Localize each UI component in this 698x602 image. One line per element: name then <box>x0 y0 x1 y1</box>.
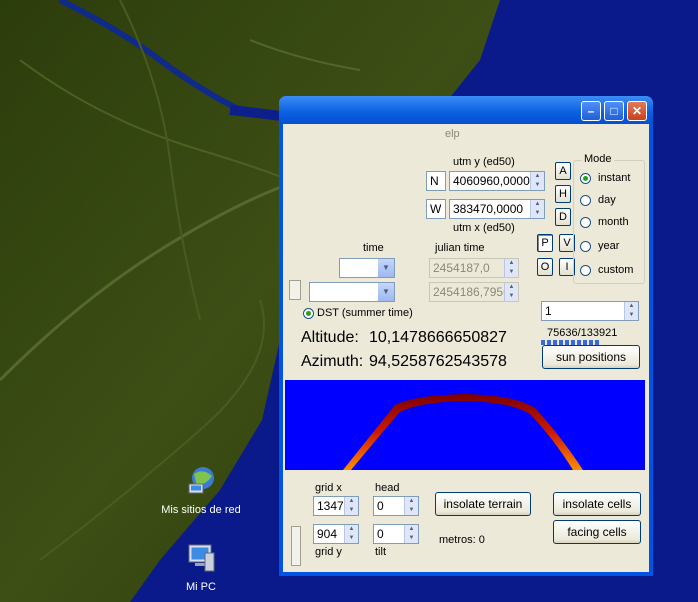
julian-time-field-2[interactable]: 2454186,7956 ▲ ▼ <box>429 282 519 302</box>
grid-x-label: grid x <box>315 482 342 494</box>
utm-x-spinner[interactable]: ▲ ▼ <box>530 200 544 218</box>
julian-1-spinner[interactable]: ▲ ▼ <box>504 259 518 277</box>
side-button-p[interactable]: P <box>537 234 553 252</box>
head-spinner[interactable]: ▲ ▼ <box>404 497 418 515</box>
time-dropdown[interactable]: ▼ <box>309 282 395 302</box>
julian-time-field-1[interactable]: 2454187,0 ▲ ▼ <box>429 258 519 278</box>
utm-x-hemisphere-value: W <box>430 202 442 216</box>
chevron-down-icon[interactable]: ▼ <box>378 283 394 301</box>
insolation-preview-image <box>285 380 645 470</box>
grid-y-input[interactable]: 904 ▲ ▼ <box>313 524 359 544</box>
side-button-o[interactable]: O <box>537 258 553 276</box>
tilt-input[interactable]: 0 ▲ ▼ <box>373 524 419 544</box>
utm-x-input[interactable]: 383470,0000 ▲ ▼ <box>449 199 545 219</box>
grid-x-input[interactable]: 1347 ▲ ▼ <box>313 496 359 516</box>
head-value: 0 <box>377 499 384 513</box>
head-label: head <box>375 482 400 494</box>
grid-y-spinner[interactable]: ▲ ▼ <box>344 525 358 543</box>
dst-label[interactable]: DST (summer time) <box>317 307 413 319</box>
utm-x-label: utm x (ed50) <box>453 222 515 234</box>
utm-y-hemisphere-field[interactable]: N <box>426 171 446 191</box>
grid-y-value: 904 <box>317 527 338 541</box>
utm-y-input[interactable]: 4060960,0000 ▲ ▼ <box>449 171 545 191</box>
title-bar[interactable]: – □ ✕ <box>279 96 653 124</box>
steps-spinner[interactable]: ▲ ▼ <box>624 302 638 320</box>
grid-x-value: 1347 <box>317 499 344 513</box>
julian-2-spinner[interactable]: ▲ ▼ <box>504 283 518 301</box>
julian-time-value-2: 2454186,7956 <box>433 285 510 299</box>
desktop-icon-network-places[interactable]: Mis sitios de red <box>161 464 241 517</box>
insolate-cells-button[interactable]: insolate cells <box>553 492 641 516</box>
minimize-icon: – <box>587 104 595 118</box>
time-label: time <box>363 242 384 254</box>
mode-month-radio[interactable] <box>580 217 591 228</box>
metros-label: metros: 0 <box>439 534 485 546</box>
desktop-icon-label: Mis sitios de red <box>161 504 241 516</box>
my-computer-icon <box>188 544 215 572</box>
side-button-h[interactable]: H <box>555 185 571 203</box>
altitude-label: Altitude: <box>301 329 359 346</box>
maximize-icon: □ <box>610 104 618 118</box>
mode-month-label[interactable]: month <box>598 216 629 228</box>
network-places-icon <box>188 467 214 494</box>
grid-y-label: grid y <box>315 546 342 558</box>
mode-day-label[interactable]: day <box>598 194 616 206</box>
close-button[interactable]: ✕ <box>627 101 647 121</box>
utm-y-value: 4060960,0000 <box>453 174 530 188</box>
vertical-slider[interactable] <box>291 526 301 566</box>
julian-time-label: julian time <box>435 242 485 254</box>
mode-year-label[interactable]: year <box>598 240 619 252</box>
utm-y-hemisphere-value: N <box>430 174 439 188</box>
side-button-d[interactable]: D <box>555 208 571 226</box>
insolate-terrain-button[interactable]: insolate terrain <box>435 492 531 516</box>
steps-value: 1 <box>545 304 552 318</box>
side-button-a[interactable]: A <box>555 162 571 180</box>
utm-x-value: 383470,0000 <box>453 202 524 216</box>
date-dropdown[interactable]: ▼ <box>339 258 395 278</box>
sun-positions-button[interactable]: sun positions <box>542 345 640 369</box>
altitude-value: 10,1478666650827 <box>369 329 507 346</box>
mode-instant-radio[interactable] <box>580 173 591 184</box>
tilt-label: tilt <box>375 546 386 558</box>
mode-year-radio[interactable] <box>580 241 591 252</box>
app-window: – □ ✕ elp utm y (ed50) N 4060960,0000 ▲ ▼… <box>279 96 653 576</box>
mode-day-radio[interactable] <box>580 195 591 206</box>
desktop-icon-label: Mi PC <box>186 581 216 593</box>
mode-group-label: Mode <box>582 153 614 165</box>
mode-instant-label[interactable]: instant <box>598 172 630 184</box>
utm-y-label: utm y (ed50) <box>453 156 515 168</box>
tilt-value: 0 <box>377 527 384 541</box>
chevron-down-icon[interactable]: ▼ <box>378 259 394 277</box>
desktop-icon-my-computer[interactable]: Mi PC <box>161 541 241 594</box>
help-menu-fragment[interactable]: elp <box>445 128 460 140</box>
utm-y-spinner[interactable]: ▲ ▼ <box>530 172 544 190</box>
facing-cells-button[interactable]: facing cells <box>553 520 641 544</box>
mode-custom-label[interactable]: custom <box>598 264 633 276</box>
julian-time-value-1: 2454187,0 <box>433 261 490 275</box>
client-area: elp utm y (ed50) N 4060960,0000 ▲ ▼ W 383… <box>283 124 649 572</box>
azimuth-value: 94,5258762543578 <box>369 353 507 370</box>
minimize-button[interactable]: – <box>581 101 601 121</box>
azimuth-label: Azimuth: <box>301 353 364 370</box>
grid-x-spinner[interactable]: ▲ ▼ <box>344 497 358 515</box>
maximize-button[interactable]: □ <box>604 101 624 121</box>
slider-handle[interactable] <box>289 280 301 300</box>
progress-text: 75636/133921 <box>547 327 618 339</box>
head-input[interactable]: 0 ▲ ▼ <box>373 496 419 516</box>
close-icon: ✕ <box>631 104 643 118</box>
utm-x-hemisphere-field[interactable]: W <box>426 199 446 219</box>
mode-custom-radio[interactable] <box>580 265 591 276</box>
tilt-spinner[interactable]: ▲ ▼ <box>404 525 418 543</box>
dst-radio[interactable] <box>303 308 314 319</box>
mode-group: Mode instant day month year custom <box>573 153 645 284</box>
steps-input[interactable]: 1 ▲ ▼ <box>541 301 639 321</box>
